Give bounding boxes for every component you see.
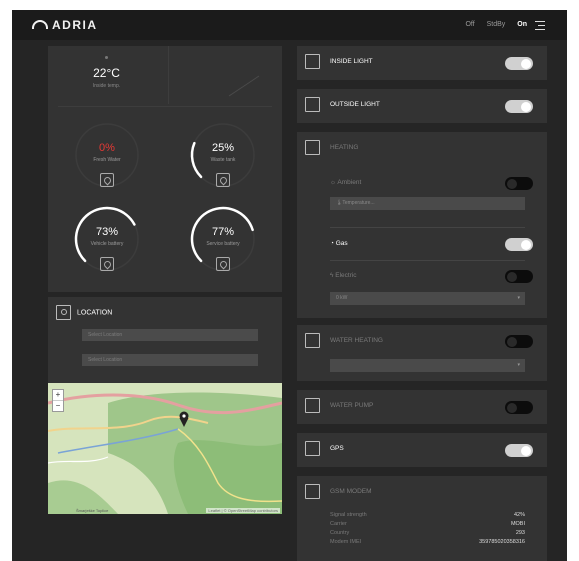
gauge-fresh-water: 0% Fresh Water <box>72 120 142 200</box>
mode-off[interactable]: Off <box>465 21 474 28</box>
gauge-value: 73% <box>95 226 119 238</box>
gps-icon <box>305 441 320 456</box>
electric-label: ϟ Electric <box>330 272 357 279</box>
zoom-out-button[interactable]: − <box>53 401 63 411</box>
brand-logo-icon <box>32 20 48 29</box>
divider <box>330 260 525 261</box>
zoom-in-button[interactable]: + <box>53 390 63 401</box>
gas-toggle[interactable] <box>505 238 533 251</box>
map-scale: Šmarješke Toplice <box>76 508 109 513</box>
inside-light-toggle[interactable] <box>505 57 533 70</box>
inside-light-label: INSIDE LIGHT <box>330 58 373 65</box>
outside-light-toggle[interactable] <box>505 100 533 113</box>
gauge-label: Waste tank <box>210 157 236 163</box>
modem-icon <box>305 484 320 499</box>
temperature-input[interactable]: 🌡Temperature... <box>330 197 525 210</box>
brand-name: ADRIA <box>52 18 98 32</box>
outside-light-row: OUTSIDE LIGHT <box>297 89 547 123</box>
gauge-vehicle-battery: 73% Vehicle battery <box>72 204 142 284</box>
vehicle-battery-icon <box>100 257 114 271</box>
gsm-info-row: Modem IMEI 359785020358316 <box>330 539 525 545</box>
location-input-2[interactable]: Select Location <box>82 354 258 366</box>
app-window: ADRIA Off StdBy On 22°C Inside temp. 0% … <box>12 10 567 561</box>
water-pump-row: WATER PUMP <box>297 390 547 424</box>
location-pin-icon <box>56 305 71 320</box>
ambient-toggle[interactable] <box>505 177 533 190</box>
water-heating-select[interactable]: ▾ <box>330 359 525 372</box>
top-bar: ADRIA Off StdBy On <box>12 10 567 40</box>
gauge-label: Fresh Water <box>93 157 121 163</box>
gauge-value: 25% <box>211 142 235 154</box>
temperature-graph <box>168 46 283 104</box>
gauge-value: 0% <box>99 142 115 154</box>
temperature-value: 22°C <box>93 66 120 80</box>
gsm-modem-label: GSM MODEM <box>330 488 372 495</box>
mode-standby[interactable]: StdBy <box>487 21 506 28</box>
brand-logo: ADRIA <box>32 18 98 32</box>
mode-selector: Off StdBy On <box>455 21 527 28</box>
temperature-label: Inside temp. <box>92 83 121 89</box>
heating-label: HEATING <box>330 144 359 151</box>
map-attribution[interactable]: Leaflet | © OpenStreetMap contributors <box>206 508 280 513</box>
bulb-icon <box>305 54 320 69</box>
gauge-waste-tank: 25% Waste tank <box>188 120 258 200</box>
outside-light-icon <box>305 97 320 112</box>
gsm-info-row: Signal strength 42% <box>330 512 525 518</box>
divider <box>58 106 272 107</box>
gauge-label: Vehicle battery <box>90 241 124 247</box>
status-panel: 22°C Inside temp. 0% Fresh Water 25% Was… <box>48 46 282 292</box>
waste-tank-icon <box>216 173 230 187</box>
temperature-widget: 22°C Inside temp. <box>48 46 165 104</box>
water-drop-icon <box>100 173 114 187</box>
gsm-info-row: Carrier MOBI <box>330 521 525 527</box>
chevron-down-icon: ▾ <box>517 295 520 301</box>
power-select[interactable]: 0 kW ▾ <box>330 292 525 305</box>
gsm-modem-panel: GSM MODEM Signal strength 42% Carrier MOBI… <box>297 476 547 561</box>
gps-row: GPS <box>297 433 547 467</box>
heating-panel: HEATING ☼ Ambient 🌡Temperature... ◔ Gas … <box>297 132 547 318</box>
water-heating-panel: WATER HEATING ▾ <box>297 325 547 381</box>
electric-toggle[interactable] <box>505 270 533 283</box>
outside-light-label: OUTSIDE LIGHT <box>330 101 380 108</box>
location-input-1[interactable]: Select Location <box>82 329 258 341</box>
menu-icon[interactable] <box>535 21 545 33</box>
inside-light-row: INSIDE LIGHT <box>297 46 547 80</box>
water-heating-icon <box>305 333 320 348</box>
water-pump-label: WATER PUMP <box>330 402 374 409</box>
mode-on[interactable]: On <box>517 21 527 28</box>
ambient-label: ☼ Ambient <box>330 179 362 186</box>
map-zoom-control: + − <box>52 389 64 412</box>
service-battery-icon <box>216 257 230 271</box>
chevron-down-icon: ▾ <box>517 362 520 368</box>
gauge-service-battery: 77% Service battery <box>188 204 258 284</box>
location-panel: LOCATION Select Location Select Location <box>48 297 282 383</box>
divider <box>330 227 525 228</box>
water-pump-toggle[interactable] <box>505 401 533 414</box>
location-header: LOCATION <box>56 305 112 320</box>
gas-label: ◔ Gas <box>330 240 348 247</box>
location-map[interactable]: + − Šmarješke Toplice Leaflet | © OpenSt… <box>48 383 282 514</box>
thermometer-icon <box>105 56 108 59</box>
location-title: LOCATION <box>77 309 113 317</box>
thermometer-icon <box>305 140 320 155</box>
gsm-info-row: Country 293 <box>330 530 525 536</box>
gauge-value: 77% <box>211 226 235 238</box>
water-heating-toggle[interactable] <box>505 335 533 348</box>
gps-toggle[interactable] <box>505 444 533 457</box>
gps-label: GPS <box>330 445 344 452</box>
pump-icon <box>305 398 320 413</box>
gauge-label: Service battery <box>206 241 240 247</box>
water-heating-label: WATER HEATING <box>330 337 383 344</box>
